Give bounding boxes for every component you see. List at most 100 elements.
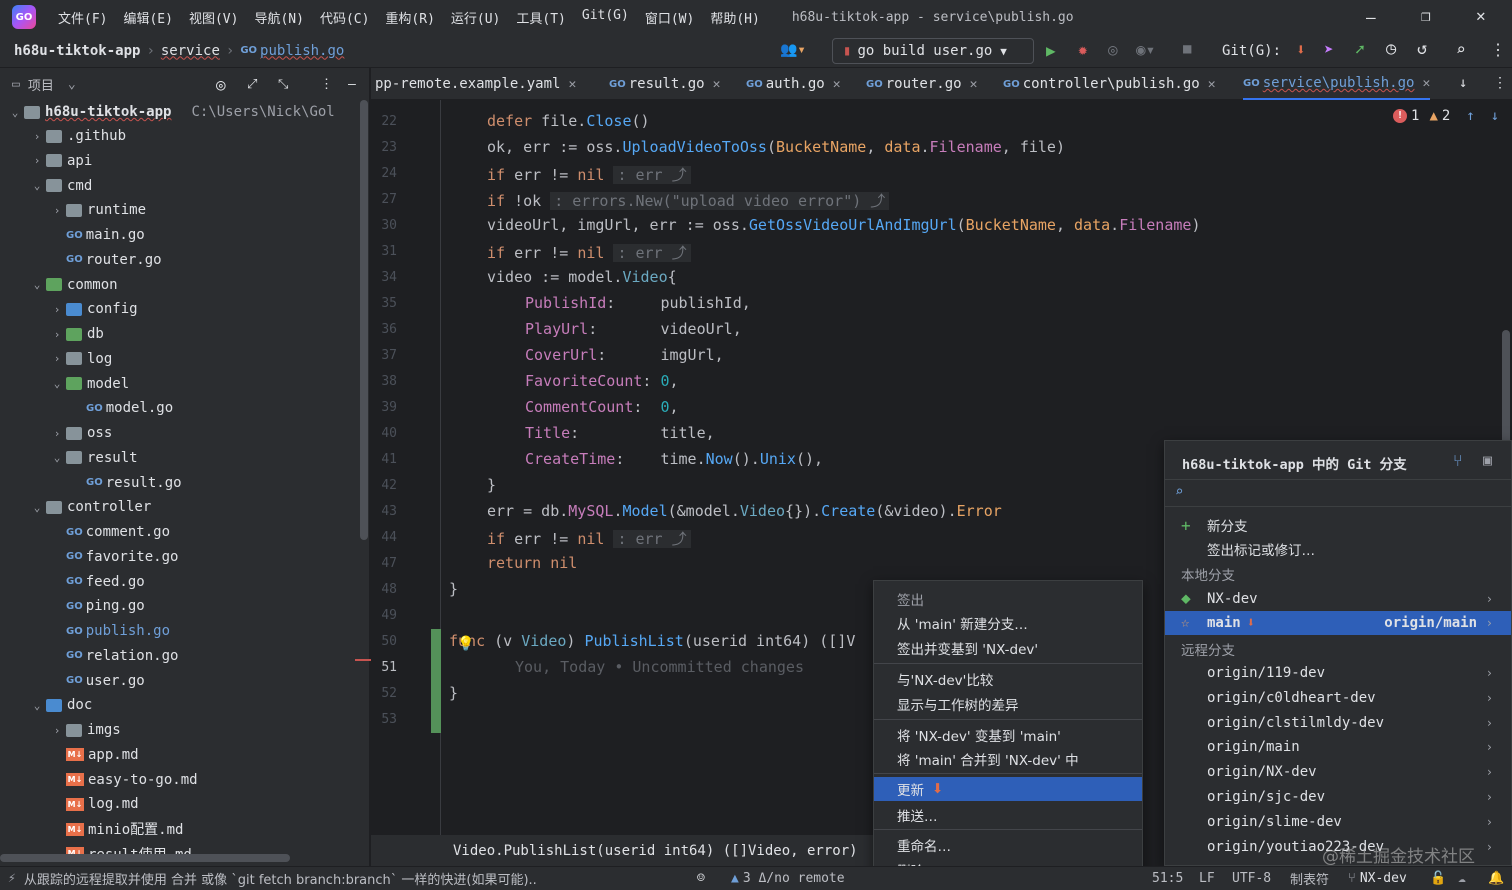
tree-item[interactable]: GO user.go [48, 669, 145, 693]
menu-item[interactable]: 重构(R) [377, 8, 442, 27]
more-icon[interactable]: ⋮ [1490, 40, 1506, 59]
git-update-icon[interactable]: ⬇ [1296, 40, 1306, 59]
tree-item[interactable]: GO feed.go [48, 570, 145, 594]
remote-branch-item[interactable]: origin/main › [1165, 735, 1511, 759]
tree-item[interactable]: ⌄ result [48, 446, 138, 470]
history-icon[interactable]: ◷ [1386, 39, 1396, 59]
tree-root[interactable]: ⌄ h68u-tiktok-app C:\Users\Nick\Gol [6, 100, 335, 124]
editor-tab[interactable]: GO controller\publish.go ✕ [1003, 68, 1216, 100]
indent-setting[interactable]: 制表符 [1290, 869, 1329, 888]
close-tab-icon[interactable]: ✕ [713, 77, 721, 92]
horizontal-scrollbar[interactable] [0, 854, 290, 862]
project-scrollbar[interactable] [360, 100, 368, 540]
tree-item[interactable]: › log [48, 347, 113, 371]
menu-item-compare[interactable]: 与'NX-dev'比较 [874, 667, 1142, 691]
menu-item-push[interactable]: 推送… [874, 803, 1142, 827]
tree-item[interactable]: › oss [48, 421, 113, 445]
menu-item-checkout-rebase[interactable]: 签出并变基到 'NX-dev' [874, 636, 1142, 660]
local-branch-main[interactable]: ☆ main ⬇ origin/main › [1165, 611, 1511, 635]
tree-item[interactable]: GO favorite.go [48, 545, 178, 569]
remote-indicator[interactable]: ▲ 3 Δ/no remote [731, 871, 845, 886]
collapse-icon[interactable]: ⤡ [278, 77, 288, 92]
users-icon[interactable]: 👥▾ [780, 42, 806, 58]
menu-item[interactable]: 代码(C) [312, 8, 377, 27]
tree-item[interactable]: GO main.go [48, 223, 145, 247]
chevron-down-icon[interactable]: ⌄ [68, 77, 76, 92]
options-icon[interactable]: ⋮ [320, 77, 333, 92]
tree-item[interactable]: › config [48, 297, 138, 321]
hide-icon[interactable]: — [348, 77, 356, 92]
locate-icon[interactable]: ◎ [216, 75, 226, 94]
checkout-tag-item[interactable]: 签出标记或修订… [1165, 537, 1511, 561]
lock-icon[interactable]: 🔓 [1430, 871, 1446, 886]
app-logo-icon[interactable]: GO [12, 5, 36, 29]
close-tab-icon[interactable]: ✕ [1208, 77, 1216, 92]
debug-icon[interactable]: ✹ [1078, 40, 1088, 59]
branch-indicator[interactable]: ⑂ NX-dev [1348, 871, 1407, 886]
tree-item[interactable]: › imgs [48, 718, 121, 742]
copilot-icon[interactable]: ☺ [697, 871, 705, 886]
problems-indicator[interactable]: ! 1 ▲ 2 ↑ ↓ [1393, 108, 1499, 124]
tree-item[interactable]: › .github [28, 124, 126, 148]
remote-branch-item[interactable]: origin/clstilmldy-dev › [1165, 711, 1511, 735]
code-breadcrumb[interactable]: Video.PublishList(userid int64) ([]Video… [453, 843, 858, 859]
restore-button[interactable]: ❐ [1421, 6, 1431, 25]
close-tab-icon[interactable]: ✕ [970, 77, 978, 92]
close-tab-icon[interactable]: ✕ [1422, 76, 1430, 91]
next-problem-icon[interactable]: ↓ [1491, 108, 1499, 124]
editor-tab[interactable]: pp-remote.example.yaml ✕ [375, 68, 576, 100]
remote-branch-item[interactable]: origin/c0ldheart-dev › [1165, 686, 1511, 710]
tab-list-icon[interactable]: ↓ [1459, 75, 1467, 91]
tree-item[interactable]: › db [48, 322, 104, 346]
project-title[interactable]: 项目 [28, 75, 54, 94]
menu-item[interactable]: 帮助(H) [702, 8, 767, 27]
close-window-button[interactable]: ✕ [1476, 6, 1486, 25]
branch-search-field[interactable]: ⌕ [1165, 479, 1511, 507]
editor-tab[interactable]: GO result.go ✕ [609, 68, 720, 100]
menu-item[interactable]: 窗口(W) [637, 8, 702, 27]
tree-item[interactable]: M↓ log.md [48, 792, 139, 816]
menu-item[interactable]: 视图(V) [181, 8, 246, 27]
menu-item-new-branch[interactable]: 从 'main' 新建分支… [874, 611, 1142, 635]
tree-item[interactable]: GO ping.go [48, 594, 145, 618]
expand-icon[interactable]: ⤢ [247, 77, 257, 92]
file-encoding[interactable]: UTF-8 [1232, 871, 1271, 886]
tree-item[interactable]: M↓ app.md [48, 743, 139, 767]
tree-item[interactable]: GO result.go [68, 471, 182, 495]
editor-tab[interactable]: GO router.go ✕ [866, 68, 977, 100]
close-tab-icon[interactable]: ✕ [833, 77, 841, 92]
cloud-icon[interactable]: ☁ [1458, 871, 1466, 886]
expand-popup-icon[interactable]: ▣ [1483, 451, 1492, 469]
rollback-icon[interactable]: ↺ [1417, 39, 1427, 59]
menu-item-rebase[interactable]: 将 'NX-dev' 变基到 'main' [874, 723, 1142, 747]
menu-item[interactable]: 运行(U) [443, 8, 508, 27]
git-push-icon[interactable]: ➚ [1355, 40, 1365, 59]
menu-item[interactable]: 编辑(E) [115, 8, 180, 27]
tree-item[interactable]: M↓ easy-to-go.md [48, 768, 198, 792]
menu-item-checkout[interactable]: 签出 [874, 587, 1142, 611]
editor-tab[interactable]: GO auth.go ✕ [746, 68, 841, 100]
menu-item[interactable]: 文件(F) [50, 8, 115, 27]
menu-item[interactable]: 工具(T) [508, 8, 573, 27]
stop-icon[interactable]: ■ [1183, 41, 1191, 57]
tree-item[interactable]: ⌄ doc [28, 693, 93, 717]
run-icon[interactable]: ▶ [1046, 41, 1056, 60]
tree-item[interactable]: ⌄ cmd [28, 174, 93, 198]
remote-branch-item[interactable]: origin/NX-dev › [1165, 760, 1511, 784]
menu-item-update[interactable]: 更新 ⬇ [874, 777, 1142, 801]
remote-branch-item[interactable]: origin/sjc-dev › [1165, 785, 1511, 809]
new-branch-item[interactable]: + 新分支 [1165, 513, 1511, 537]
breadcrumb-file[interactable]: publish.go [260, 43, 344, 59]
menu-item-show-diff[interactable]: 显示与工作树的差异 [874, 692, 1142, 716]
menu-item-rename[interactable]: 重命名… [874, 833, 1142, 857]
line-separator[interactable]: LF [1199, 871, 1215, 886]
menu-item[interactable]: Git(G) [574, 8, 637, 27]
run-config-select[interactable]: ▮ go build user.go ▼ [832, 38, 1034, 64]
profile-icon[interactable]: ◉▾ [1136, 40, 1155, 59]
git-fetch-icon[interactable]: ⚡ [8, 871, 16, 886]
tab-options-icon[interactable]: ⋮ [1493, 75, 1507, 91]
cursor-position[interactable]: 51:5 [1152, 871, 1183, 886]
tree-item[interactable]: GO relation.go [48, 644, 178, 668]
tree-item[interactable]: GO publish.go [48, 619, 170, 643]
menu-item[interactable]: 导航(N) [246, 8, 311, 27]
